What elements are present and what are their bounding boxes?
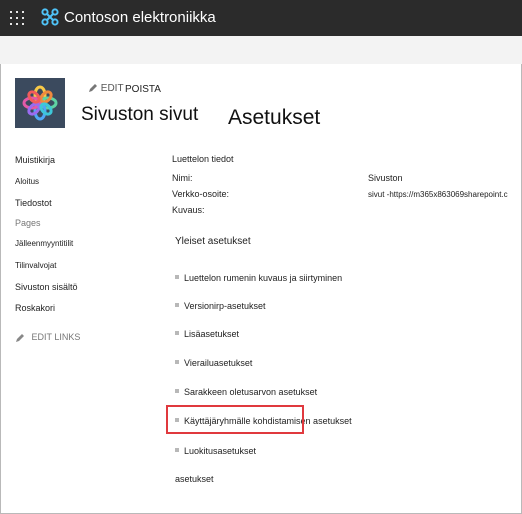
nav-item-tiedostot[interactable]: Tiedostot [15, 198, 52, 208]
edit-title-link[interactable]: EDIT [88, 83, 124, 94]
nav-item-jalleenmyyntitilit[interactable]: Jälleenmyyntitilit [15, 239, 73, 248]
general-settings-heading: Yleiset asetukset [175, 236, 251, 247]
contoso-logo-icon[interactable] [41, 8, 59, 26]
settings-link-validation[interactable]: Vierailuasetukset [184, 358, 252, 368]
bullet-icon [175, 389, 179, 393]
settings-link-rating[interactable]: Luokitusasetukset [184, 446, 256, 456]
bullet-icon [175, 331, 179, 335]
name-label: Nimi: [172, 173, 193, 183]
nav-item-tilinvalvojat[interactable]: Tilinvalvojat [15, 261, 57, 270]
name-value: Sivuston [368, 173, 403, 183]
site-title[interactable]: Sivuston sivut [81, 104, 198, 126]
nav-item-sivuston-sisalto[interactable]: Sivuston sisältö [15, 282, 78, 292]
suite-bar: Contoson elektroniikka [0, 0, 522, 36]
bullet-icon [175, 360, 179, 364]
waffle-icon[interactable] [10, 11, 24, 25]
page-title: Asetukset [228, 106, 321, 129]
settings-link-description-navigation[interactable]: Luettelon rumenin kuvaus ja siirtyminen [184, 273, 342, 283]
edit-links-label: EDIT LINKS [31, 332, 81, 342]
pencil-icon [89, 84, 97, 93]
ribbon-bar [0, 36, 522, 64]
nav-item-muistikirja[interactable]: Muistikirja [15, 155, 55, 165]
nav-item-aloitus[interactable]: Aloitus [15, 177, 39, 186]
bullet-icon [175, 448, 179, 452]
settings-link-advanced[interactable]: Lisäasetukset [184, 329, 239, 339]
settings-link-column-defaults[interactable]: Sarakkeen oletusarvon asetukset [184, 387, 317, 397]
pencil-icon [16, 333, 24, 342]
edit-label: EDIT [100, 83, 124, 94]
bullet-icon [175, 275, 179, 279]
url-label: Verkko-osoite: [172, 189, 230, 199]
site-name[interactable]: Contoson elektroniikka [64, 9, 216, 26]
highlight-box [166, 405, 304, 434]
settings-link-versioning[interactable]: Versionirp-asetukset [184, 301, 266, 311]
url-value: sivut -https://m365x863069sharepoint.c [368, 190, 508, 199]
edit-links-button[interactable]: EDIT LINKS [15, 332, 80, 343]
desc-label: Kuvaus: [172, 205, 205, 215]
site-logo[interactable] [15, 78, 65, 128]
flower-logo-icon [22, 85, 58, 121]
delete-link[interactable]: POISTA [125, 84, 161, 95]
bullet-icon [175, 303, 179, 307]
window-frame [0, 0, 522, 514]
settings-trailing-text: asetukset [175, 474, 214, 484]
nav-heading-pages: Pages [15, 218, 41, 228]
nav-item-roskakori[interactable]: Roskakori [15, 303, 55, 313]
list-info-heading: Luettelon tiedot [172, 154, 234, 164]
